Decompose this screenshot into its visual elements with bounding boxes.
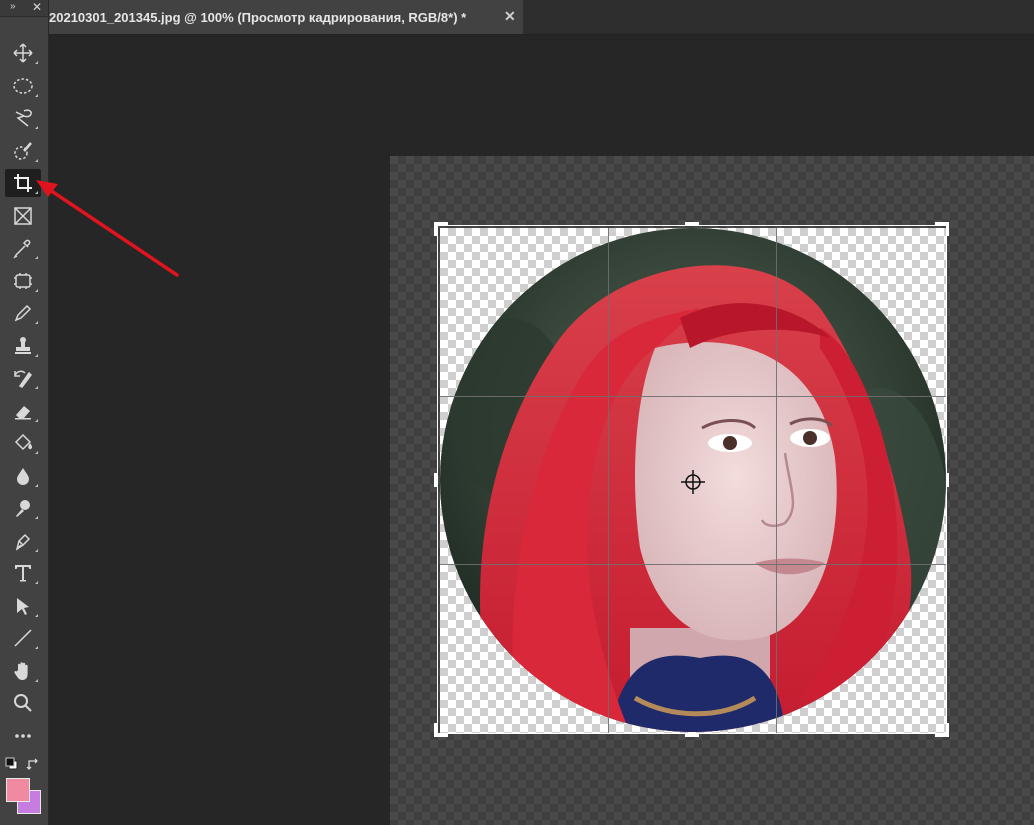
eraser-icon (15, 406, 31, 420)
line-icon (14, 629, 32, 647)
move-icon (13, 43, 33, 63)
document-tab[interactable]: 20210301_201345.jpg @ 100% (Просмотр кад… (49, 0, 523, 34)
eraser-tool[interactable] (5, 397, 41, 425)
pen-icon (15, 533, 31, 551)
more-icon (15, 734, 31, 738)
crop-tool[interactable] (5, 169, 41, 197)
stamp-icon (15, 337, 31, 354)
crop-handle-top-right-v[interactable] (946, 222, 949, 236)
eyedropper-tool[interactable] (5, 234, 41, 262)
path-selection-tool[interactable] (5, 592, 41, 620)
paint-bucket-tool[interactable] (5, 429, 41, 457)
tools-panel: » ✕ (0, 0, 49, 825)
document-tab-bar: 20210301_201345.jpg @ 100% (Просмотр кад… (49, 0, 1034, 35)
lasso-tool[interactable] (5, 104, 41, 132)
move-tool[interactable] (5, 39, 41, 67)
dodge-icon (16, 500, 30, 517)
type-icon (15, 565, 31, 582)
healing-brush-tool[interactable] (5, 267, 41, 295)
eyedropper-icon (13, 239, 31, 259)
hand-tool[interactable] (5, 657, 41, 685)
clone-stamp-tool[interactable] (5, 332, 41, 360)
pen-tool[interactable] (5, 527, 41, 555)
crop-handle-left[interactable] (434, 473, 437, 487)
zoom-icon (14, 694, 32, 712)
crop-handle-right[interactable] (946, 473, 949, 487)
frame-tool[interactable] (5, 202, 41, 230)
tools-panel-header: » ✕ (0, 0, 48, 17)
default-colors-icon[interactable] (5, 757, 19, 771)
swap-colors-icon[interactable] (26, 757, 40, 771)
ellipse-marquee-icon (13, 78, 33, 94)
collapse-panel-icon[interactable]: » (10, 1, 16, 12)
hand-icon (14, 662, 28, 680)
close-panel-icon[interactable]: ✕ (32, 0, 42, 14)
arrow-select-icon (17, 598, 29, 615)
crop-handle-top-left-v[interactable] (434, 222, 437, 236)
line-tool[interactable] (5, 624, 41, 652)
document-tab-title: 20210301_201345.jpg @ 100% (Просмотр кад… (49, 9, 467, 25)
crop-bounding-box[interactable] (437, 225, 947, 734)
drop-icon (17, 468, 29, 485)
crop-handle-bottom-left-v[interactable] (434, 723, 437, 737)
bucket-icon (14, 433, 33, 451)
bandage-icon (14, 273, 32, 289)
history-brush-tool[interactable] (5, 364, 41, 392)
type-tool[interactable] (5, 559, 41, 587)
crop-handle-top[interactable] (685, 222, 699, 225)
crop-handle-bottom-right-v[interactable] (946, 723, 949, 737)
crop-handle-bottom[interactable] (685, 734, 699, 737)
crop-icon (14, 174, 32, 192)
elliptical-marquee-tool[interactable] (5, 72, 41, 100)
zoom-tool[interactable] (5, 689, 41, 717)
pencil-icon (14, 304, 32, 322)
close-tab-icon[interactable]: ✕ (504, 8, 516, 25)
frame-icon (14, 207, 32, 225)
dodge-tool[interactable] (5, 494, 41, 522)
history-brush-icon (14, 370, 32, 388)
brush-tool[interactable] (5, 299, 41, 327)
foreground-color-swatch[interactable] (6, 778, 30, 802)
quick-select-icon (14, 142, 32, 160)
blur-tool[interactable] (5, 462, 41, 490)
edit-toolbar[interactable] (5, 722, 41, 750)
quick-selection-tool[interactable] (5, 137, 41, 165)
lasso-icon (15, 109, 32, 127)
